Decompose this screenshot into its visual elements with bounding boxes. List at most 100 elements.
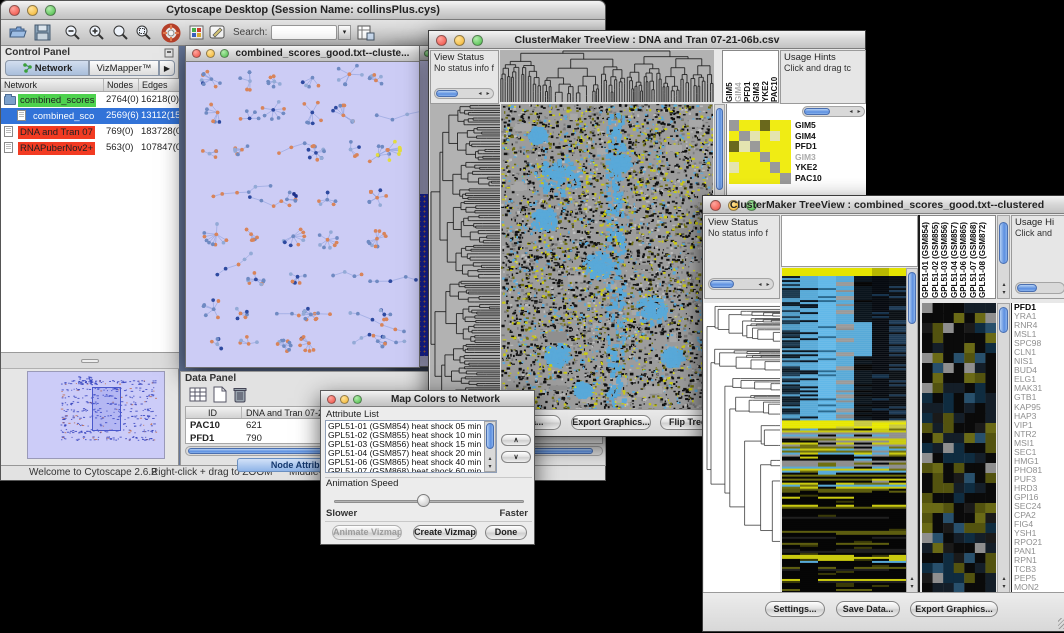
node-count: 563(0) (106, 140, 133, 156)
birdseye-panel (27, 371, 165, 459)
node-count: 2569(6) (106, 108, 139, 124)
birdseye-viewport-rect[interactable] (92, 387, 121, 431)
status-welcome: Welcome to Cytoscape 2.6.2 (29, 467, 157, 478)
row-label: GIM3 (795, 152, 822, 163)
matrix-cell (729, 120, 739, 131)
matrix-cell (780, 162, 790, 173)
network-graph-canvas[interactable] (186, 62, 419, 367)
close-button[interactable] (327, 395, 336, 404)
move-down-button[interactable]: ∨ (501, 451, 531, 463)
attribute-list-vscrollbar[interactable]: ▴▾ (484, 421, 496, 472)
treeview-combined-buttonbar: Settings... Save Data... Export Graphics… (703, 592, 1064, 631)
edge-count: 107847(0) (141, 140, 179, 156)
column-label: GPL51-07 (GSM868) (969, 216, 979, 298)
close-button[interactable] (192, 49, 201, 58)
treeview-combined-titlebar[interactable]: ClusterMaker TreeView : combined_scores_… (703, 196, 1064, 214)
secondary-heatmap-vscrollbar[interactable]: ▴▾ (997, 303, 1010, 593)
view-status-hscrollbar[interactable]: ◂▸ (434, 88, 494, 99)
tab-network[interactable]: Network (5, 60, 89, 76)
matrix-cell (729, 141, 739, 152)
heatmap-vscrollbar[interactable]: ▴▾ (906, 268, 918, 593)
done-button[interactable]: Done (485, 525, 527, 540)
column-label-vscrollbar[interactable]: ▴▾ (997, 215, 1010, 299)
zoom-fit-icon[interactable] (111, 24, 129, 42)
dialog-titlebar[interactable]: Map Colors to Network (321, 391, 534, 407)
zoom-in-icon[interactable] (87, 24, 105, 42)
search-input[interactable] (271, 25, 337, 40)
network-view-titlebar[interactable]: combined_scores_good.txt--cluste... (186, 46, 419, 62)
attribute-list[interactable]: GPL51-01 (GSM854) heat shock 05 minGPL51… (325, 420, 497, 473)
minimize-button[interactable] (206, 49, 215, 58)
export-graphics-button[interactable]: Export Graphics... (910, 601, 998, 617)
vizmapper-icon[interactable] (189, 25, 204, 40)
resize-grip[interactable] (1058, 618, 1064, 629)
data-panel-title: Data Panel (185, 373, 236, 384)
main-titlebar[interactable]: Cytoscape Desktop (Session Name: collins… (1, 1, 605, 20)
save-data-button[interactable]: Save Data... (836, 601, 900, 617)
network-row[interactable]: RNAPuberNov2+563(0)107847(0) (1, 140, 179, 156)
dialog-title: Map Colors to Network (361, 394, 530, 405)
help-ring-icon[interactable] (161, 23, 181, 43)
trash-icon[interactable] (233, 386, 247, 403)
column-label: GPL51-01 (GSM854) (921, 216, 931, 298)
secondary-heatmap-canvas[interactable] (922, 303, 996, 593)
row-dendrogram-canvas[interactable] (704, 303, 780, 593)
table-icon[interactable] (189, 387, 207, 403)
annotation-icon[interactable] (209, 24, 226, 41)
speed-slider-thumb[interactable] (417, 494, 430, 507)
slider-left-label: Slower (326, 508, 357, 519)
network-row[interactable]: combined_scores2764(0)16218(0) (1, 92, 179, 108)
document-icon (17, 110, 26, 121)
document-icon (4, 126, 13, 137)
usage-hints-hscrollbar[interactable] (1015, 282, 1064, 294)
save-icon[interactable] (34, 24, 51, 41)
matrix-cell (739, 141, 749, 152)
open-folder-icon[interactable] (9, 24, 28, 41)
attribute-list-label: Attribute List (326, 409, 379, 420)
tab-vizmapper[interactable]: VizMapper™ (89, 60, 159, 76)
minimize-button[interactable] (340, 395, 349, 404)
new-document-icon[interactable] (213, 386, 227, 403)
tab-overflow-arrow[interactable]: ▶ (159, 60, 175, 76)
heatmap-canvas[interactable] (501, 104, 713, 409)
network-row[interactable]: DNA and Tran 07769(0)183728(0) (1, 124, 179, 140)
column-label: PFD1 (743, 51, 752, 102)
network-name: DNA and Tran 07 (18, 126, 95, 139)
search-dropdown-button[interactable]: ▾ (338, 25, 351, 40)
similarity-hscrollbar[interactable]: ◂▸ (802, 106, 865, 117)
edge-count: 13112(15) (141, 108, 179, 124)
table-export-icon[interactable] (357, 24, 375, 42)
control-panel-title: Control Panel (5, 47, 70, 58)
main-window-title: Cytoscape Desktop (Session Name: collins… (1, 4, 605, 16)
matrix-cell (770, 131, 780, 142)
zoom-window-button[interactable] (220, 49, 229, 58)
network-row[interactable]: combined_sco2569(6)13112(15) (1, 108, 179, 124)
settings-button[interactable]: Settings... (765, 601, 825, 617)
move-up-button[interactable]: ∧ (501, 434, 531, 446)
export-graphics-button[interactable]: Export Graphics... (571, 415, 651, 430)
column-label: PAC10 (770, 51, 779, 102)
float-panel-icon[interactable] (164, 48, 174, 58)
panel-splitter[interactable] (1, 353, 179, 369)
zoom-selected-icon[interactable] (134, 24, 152, 42)
zoom-out-icon[interactable] (63, 24, 81, 42)
gene-value: 790 (246, 432, 262, 444)
network-table-header[interactable]: Network Nodes Edges (1, 79, 179, 92)
matrix-cell (750, 173, 760, 184)
heatmap-canvas[interactable] (782, 268, 906, 593)
attribute-item[interactable]: GPL51-07 (GSM868) heat shock 60 min (328, 467, 494, 473)
network-table: Network Nodes Edges combined_scores2764(… (1, 78, 179, 353)
treeview-combined-title: ClusterMaker TreeView : combined_scores_… (703, 199, 1064, 211)
treeview-dna-titlebar[interactable]: ClusterMaker TreeView : DNA and Tran 07-… (429, 31, 865, 49)
view-status-hscrollbar[interactable]: ◂▸ (708, 278, 774, 290)
column-dendrogram-canvas[interactable] (500, 50, 714, 102)
row-label: GIM5 (795, 120, 822, 131)
view-status-panel: View Status No status info f ◂▸ (430, 50, 499, 104)
row-dendrogram-canvas[interactable] (430, 104, 500, 409)
similarity-matrix[interactable] (729, 120, 791, 184)
create-vizmap-button[interactable]: Create Vizmap (413, 525, 477, 540)
matrix-cell (729, 152, 739, 163)
animate-vizmap-button[interactable]: Animate Vizmap (332, 525, 402, 540)
slider-right-label: Faster (499, 508, 528, 519)
node-count: 2764(0) (106, 92, 139, 108)
